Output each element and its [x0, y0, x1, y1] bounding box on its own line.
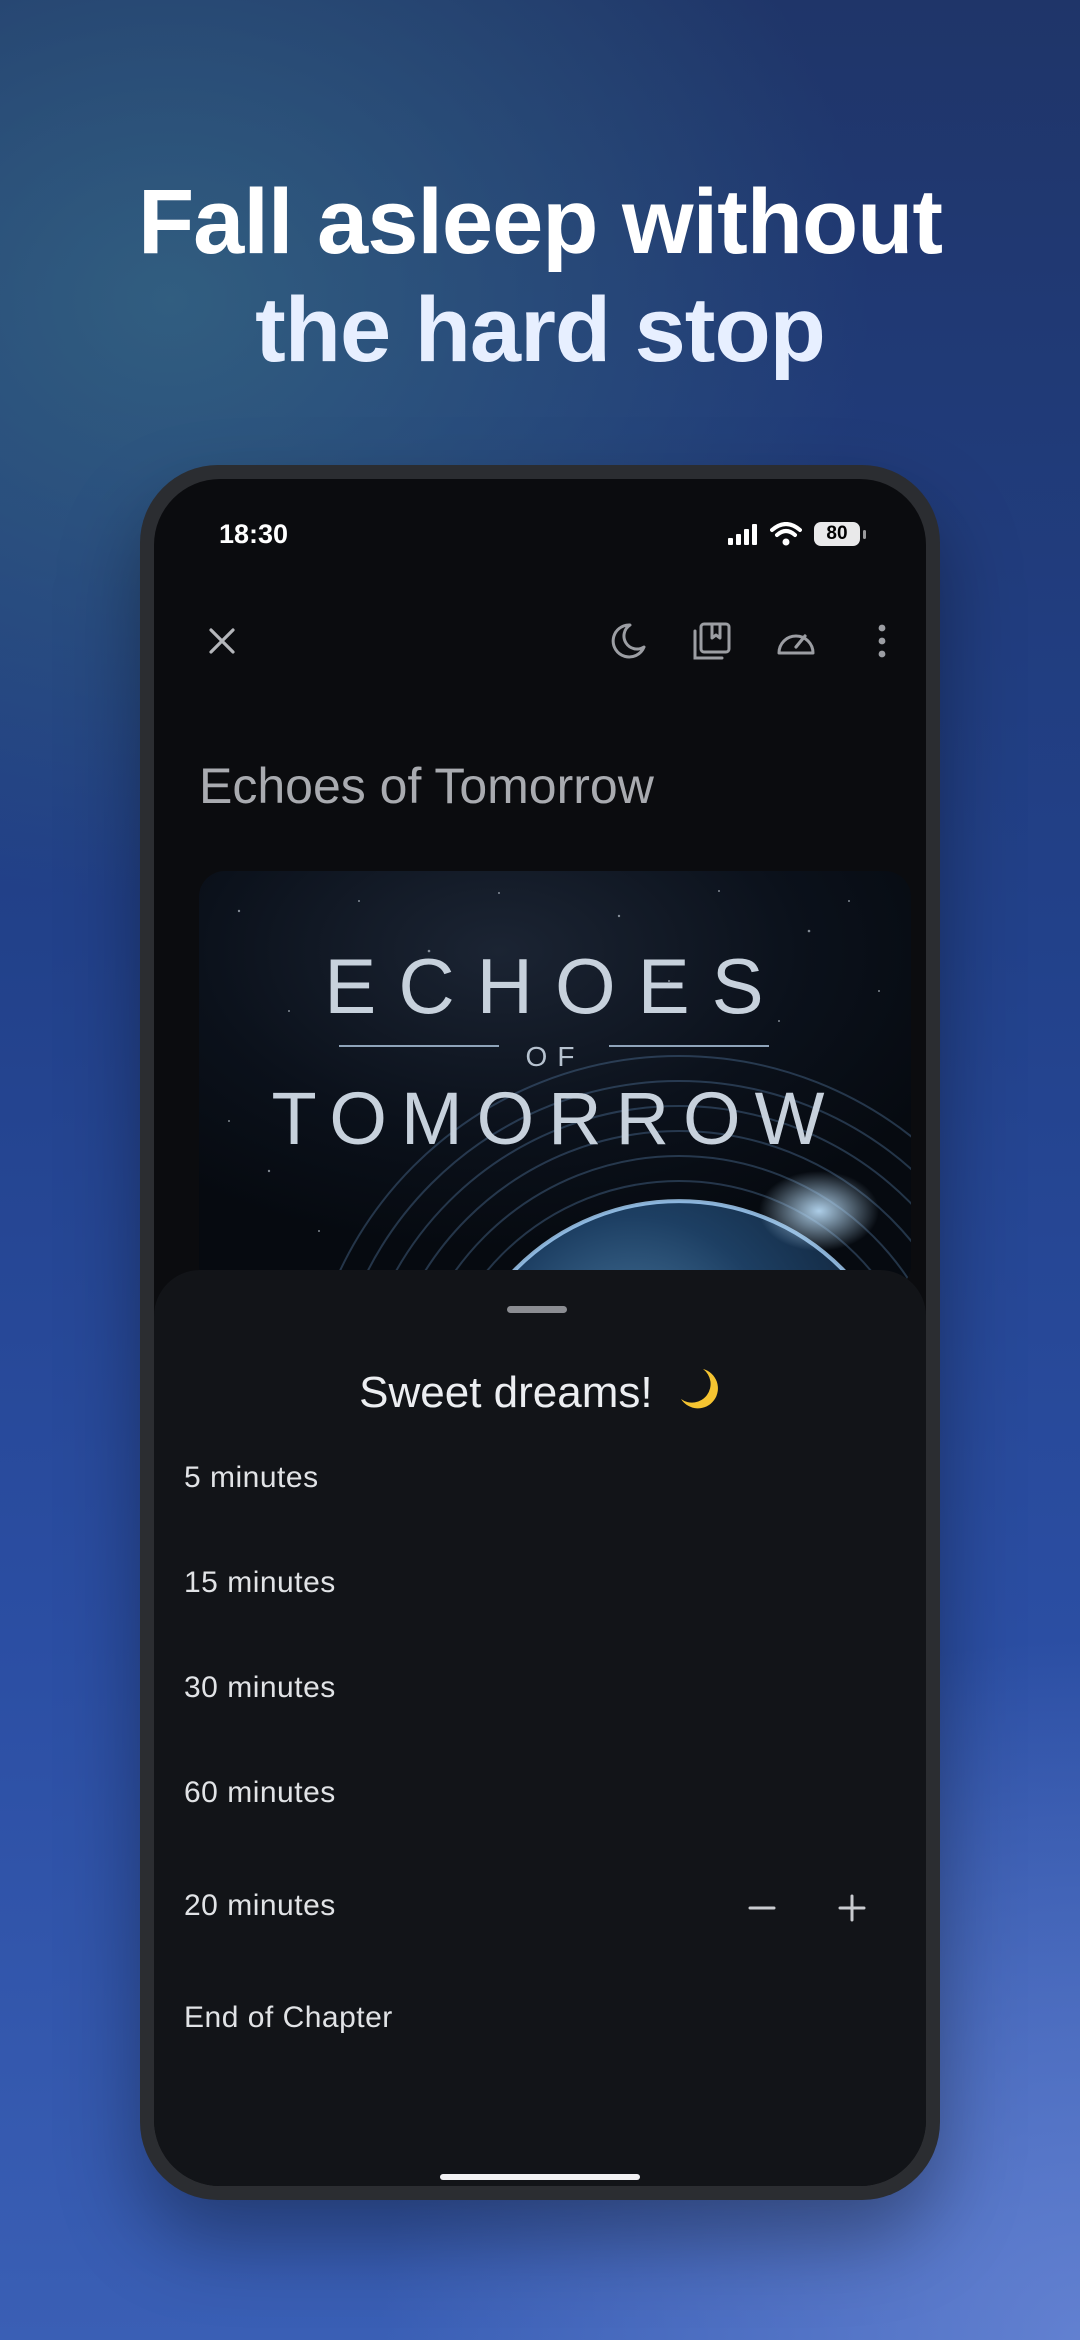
home-indicator[interactable]	[440, 2174, 640, 2180]
cover-title-line-1: ECHOES	[324, 942, 786, 1030]
timer-option-custom[interactable]: 20 minutes	[154, 1858, 926, 1954]
battery-indicator: 80	[814, 522, 866, 546]
wifi-icon	[770, 522, 802, 546]
timer-option-30-minutes[interactable]: 30 minutes	[154, 1640, 926, 1736]
timer-option-5-minutes[interactable]: 5 minutes	[154, 1430, 926, 1526]
headline-line-2: the hard stop	[255, 279, 826, 381]
status-icons: 80	[728, 519, 866, 549]
close-icon	[209, 628, 235, 654]
close-button[interactable]	[194, 613, 250, 669]
cover-title-of: OF	[525, 1041, 585, 1072]
bookmarks-icon	[693, 622, 731, 660]
status-bar: 18:30 80	[154, 479, 926, 559]
sleep-timer-button[interactable]	[600, 613, 656, 669]
player-toolbar	[154, 599, 926, 679]
custom-timer-label: 20 minutes	[184, 1889, 336, 1922]
sheet-drag-handle[interactable]	[507, 1306, 567, 1313]
cover-title-line-2: TOMORROW	[271, 1077, 839, 1160]
moon-icon	[611, 623, 646, 659]
more-vertical-icon	[878, 624, 886, 658]
timer-option-label: 5 minutes	[184, 1461, 319, 1494]
timer-option-15-minutes[interactable]: 15 minutes	[154, 1535, 926, 1631]
bookmarks-button[interactable]	[684, 613, 740, 669]
moon-icon	[680, 1369, 718, 1409]
marketing-headline: Fall asleep without the hard stop	[0, 168, 1080, 384]
timer-option-label: 60 minutes	[184, 1776, 336, 1809]
timer-option-label: 30 minutes	[184, 1671, 336, 1704]
phone-frame: 18:30 80 Echoes of Tomorrow ECHOES OF TO…	[140, 465, 940, 2200]
decrease-timer-button[interactable]	[734, 1880, 790, 1936]
playback-speed-button[interactable]	[768, 613, 824, 669]
timer-option-end-of-chapter[interactable]: End of Chapter	[154, 1970, 926, 2066]
book-cover: ECHOES OF TOMORROW	[199, 871, 911, 1291]
book-title: Echoes of Tomorrow	[199, 758, 654, 814]
sleep-timer-sheet: Sweet dreams! 5 minutes 15 minutes 30 mi…	[154, 1270, 926, 2186]
increase-timer-button[interactable]	[824, 1880, 880, 1936]
timer-option-label: 15 minutes	[184, 1566, 336, 1599]
more-options-button[interactable]	[854, 613, 910, 669]
plus-icon	[838, 1894, 866, 1922]
signal-icon	[728, 524, 757, 545]
speed-icon	[777, 634, 815, 655]
headline-line-1: Fall asleep without	[137, 171, 943, 273]
sheet-title-text: Sweet dreams!	[359, 1368, 653, 1417]
status-time: 18:30	[219, 519, 289, 549]
minus-icon	[748, 1906, 776, 1910]
phone-screen: 18:30 80 Echoes of Tomorrow ECHOES OF TO…	[154, 479, 926, 2186]
sheet-title: Sweet dreams!	[154, 1365, 926, 1418]
timer-option-label: End of Chapter	[184, 2001, 393, 2034]
timer-option-60-minutes[interactable]: 60 minutes	[154, 1745, 926, 1841]
